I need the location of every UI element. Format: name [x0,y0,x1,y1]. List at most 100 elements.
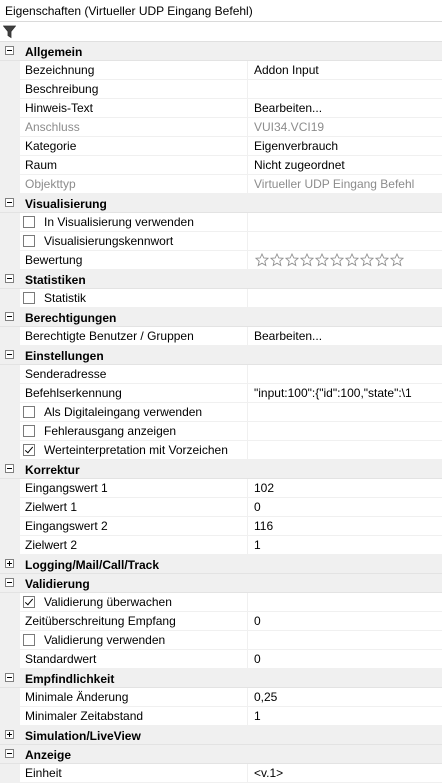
property-label: Einheit [20,764,248,782]
property-value[interactable]: 102 [249,479,442,497]
property-label: In Visualisierung verwenden [20,213,248,231]
property-zeitueberschreitung[interactable]: Zeitüberschreitung Empfang 0 [0,612,442,631]
property-eingangswert-1[interactable]: Eingangswert 1 102 [0,479,442,498]
property-in-visualisierung[interactable]: In Visualisierung verwenden [0,213,442,232]
property-kategorie[interactable]: Kategorie Eigenverbrauch [0,137,442,156]
property-value[interactable]: Eigenverbrauch [249,137,442,155]
property-vorzeichen[interactable]: Werteinterpretation mit Vorzeichen [0,441,442,460]
property-berechtigte-benutzer[interactable]: Berechtigte Benutzer / Gruppen Bearbeite… [0,327,442,346]
property-label: Bezeichnung [20,61,248,79]
toolbar [0,22,442,42]
property-senderadresse[interactable]: Senderadresse [0,365,442,384]
property-bezeichnung[interactable]: Bezeichnung Addon Input [0,61,442,80]
property-label: Standardwert [20,650,248,668]
property-objekttyp: Objekttyp Virtueller UDP Eingang Befehl [0,175,442,194]
property-einheit[interactable]: Einheit <v.1> [0,764,442,783]
property-statistik[interactable]: Statistik [0,289,442,308]
star-icon[interactable] [375,253,389,267]
category-visualisierung[interactable]: Visualisierung [0,194,442,213]
property-beschreibung[interactable]: Beschreibung [0,80,442,99]
collapse-icon[interactable] [5,749,14,758]
property-visualisierungskennwort[interactable]: Visualisierungskennwort [0,232,442,251]
property-value [249,232,442,250]
property-value [249,213,442,231]
star-icon[interactable] [345,253,359,267]
property-value [249,422,442,440]
star-icon[interactable] [390,253,404,267]
property-eingangswert-2[interactable]: Eingangswert 2 116 [0,517,442,536]
property-validierung-verwenden[interactable]: Validierung verwenden [0,631,442,650]
property-label: Minimale Änderung [20,688,248,706]
property-label: Visualisierungskennwort [20,232,248,250]
property-label: Werteinterpretation mit Vorzeichen [20,441,248,459]
category-allgemein[interactable]: Allgemein [0,42,442,61]
filter-icon[interactable] [3,25,16,39]
property-bewertung[interactable]: Bewertung [0,251,442,270]
category-logging[interactable]: Logging/Mail/Call/Track [0,555,442,574]
property-zielwert-2[interactable]: Zielwert 2 1 [0,536,442,555]
collapse-icon[interactable] [5,673,14,682]
property-label: Als Digitaleingang verwenden [20,403,248,421]
collapse-icon[interactable] [5,578,14,587]
property-label: Fehlerausgang anzeigen [20,422,248,440]
property-value [249,593,442,611]
property-hinweis-text[interactable]: Hinweis-Text Bearbeiten... [0,99,442,118]
property-value[interactable]: 0,25 [249,688,442,706]
expand-icon[interactable] [5,559,14,568]
collapse-icon[interactable] [5,464,14,473]
category-statistiken[interactable]: Statistiken [0,270,442,289]
property-value[interactable]: <v.1> [249,764,442,782]
collapse-icon[interactable] [5,312,14,321]
property-value[interactable]: 0 [249,498,442,516]
category-label: Visualisierung [25,197,107,211]
collapse-icon[interactable] [5,350,14,359]
category-empfindlichkeit[interactable]: Empfindlichkeit [0,669,442,688]
property-befehlserkennung[interactable]: Befehlserkennung "input:100":{"id":100,"… [0,384,442,403]
property-validierung-ueberwachen[interactable]: Validierung überwachen [0,593,442,612]
property-label: Zielwert 1 [20,498,248,516]
property-value[interactable]: 1 [249,707,442,725]
property-value[interactable] [249,80,442,98]
property-minimale-aenderung[interactable]: Minimale Änderung 0,25 [0,688,442,707]
property-label: Zeitüberschreitung Empfang [20,612,248,630]
property-value[interactable]: 0 [249,612,442,630]
category-berechtigungen[interactable]: Berechtigungen [0,308,442,327]
star-icon[interactable] [315,253,329,267]
category-validierung[interactable]: Validierung [0,574,442,593]
star-icon[interactable] [285,253,299,267]
category-korrektur[interactable]: Korrektur [0,460,442,479]
property-digitaleingang[interactable]: Als Digitaleingang verwenden [0,403,442,422]
property-value[interactable]: 0 [249,650,442,668]
property-value[interactable]: Addon Input [249,61,442,79]
category-einstellungen[interactable]: Einstellungen [0,346,442,365]
property-value[interactable]: 116 [249,517,442,535]
category-simulation[interactable]: Simulation/LiveView [0,726,442,745]
star-icon[interactable] [360,253,374,267]
property-label: Zielwert 2 [20,536,248,554]
category-anzeige[interactable]: Anzeige [0,745,442,764]
property-fehlerausgang[interactable]: Fehlerausgang anzeigen [0,422,442,441]
property-value[interactable] [249,365,442,383]
collapse-icon[interactable] [5,46,14,55]
collapse-icon[interactable] [5,274,14,283]
rating-stars[interactable] [255,253,404,267]
star-icon[interactable] [255,253,269,267]
star-icon[interactable] [270,253,284,267]
expand-icon[interactable] [5,730,14,739]
property-raum[interactable]: Raum Nicht zugeordnet [0,156,442,175]
collapse-icon[interactable] [5,198,14,207]
property-value[interactable]: Bearbeiten... [249,99,442,117]
property-minimaler-zeitabstand[interactable]: Minimaler Zeitabstand 1 [0,707,442,726]
property-value[interactable]: Bearbeiten... [249,327,442,345]
window-titlebar: Eigenschaften (Virtueller UDP Eingang Be… [0,0,442,22]
property-label: Befehlserkennung [20,384,248,402]
category-label: Allgemein [25,45,83,59]
property-value[interactable]: "input:100":{"id":100,"state":\1 [249,384,442,402]
property-value[interactable]: Nicht zugeordnet [249,156,442,174]
property-zielwert-1[interactable]: Zielwert 1 0 [0,498,442,517]
property-value [249,631,442,649]
star-icon[interactable] [300,253,314,267]
property-standardwert[interactable]: Standardwert 0 [0,650,442,669]
star-icon[interactable] [330,253,344,267]
property-value[interactable]: 1 [249,536,442,554]
